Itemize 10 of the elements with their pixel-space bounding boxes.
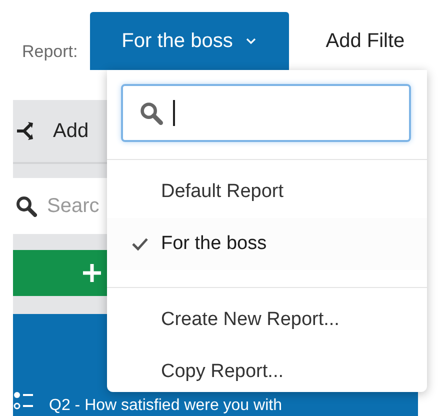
menu-item[interactable]: Create New Report...	[107, 294, 427, 346]
add-filter-button[interactable]: Add Filte	[326, 30, 405, 53]
menu-item[interactable]: For the boss	[107, 218, 427, 270]
report-dropdown-button[interactable]: For the boss	[90, 12, 289, 70]
menu-item[interactable]: Copy Report...	[107, 346, 427, 398]
search-field[interactable]: Searc	[47, 194, 99, 218]
menu-item[interactable]: Default Report	[107, 166, 427, 218]
add-label: Add	[53, 120, 89, 142]
report-label: Report:	[22, 42, 78, 62]
question-text: Q2 - How satisfied were you with	[49, 397, 282, 415]
